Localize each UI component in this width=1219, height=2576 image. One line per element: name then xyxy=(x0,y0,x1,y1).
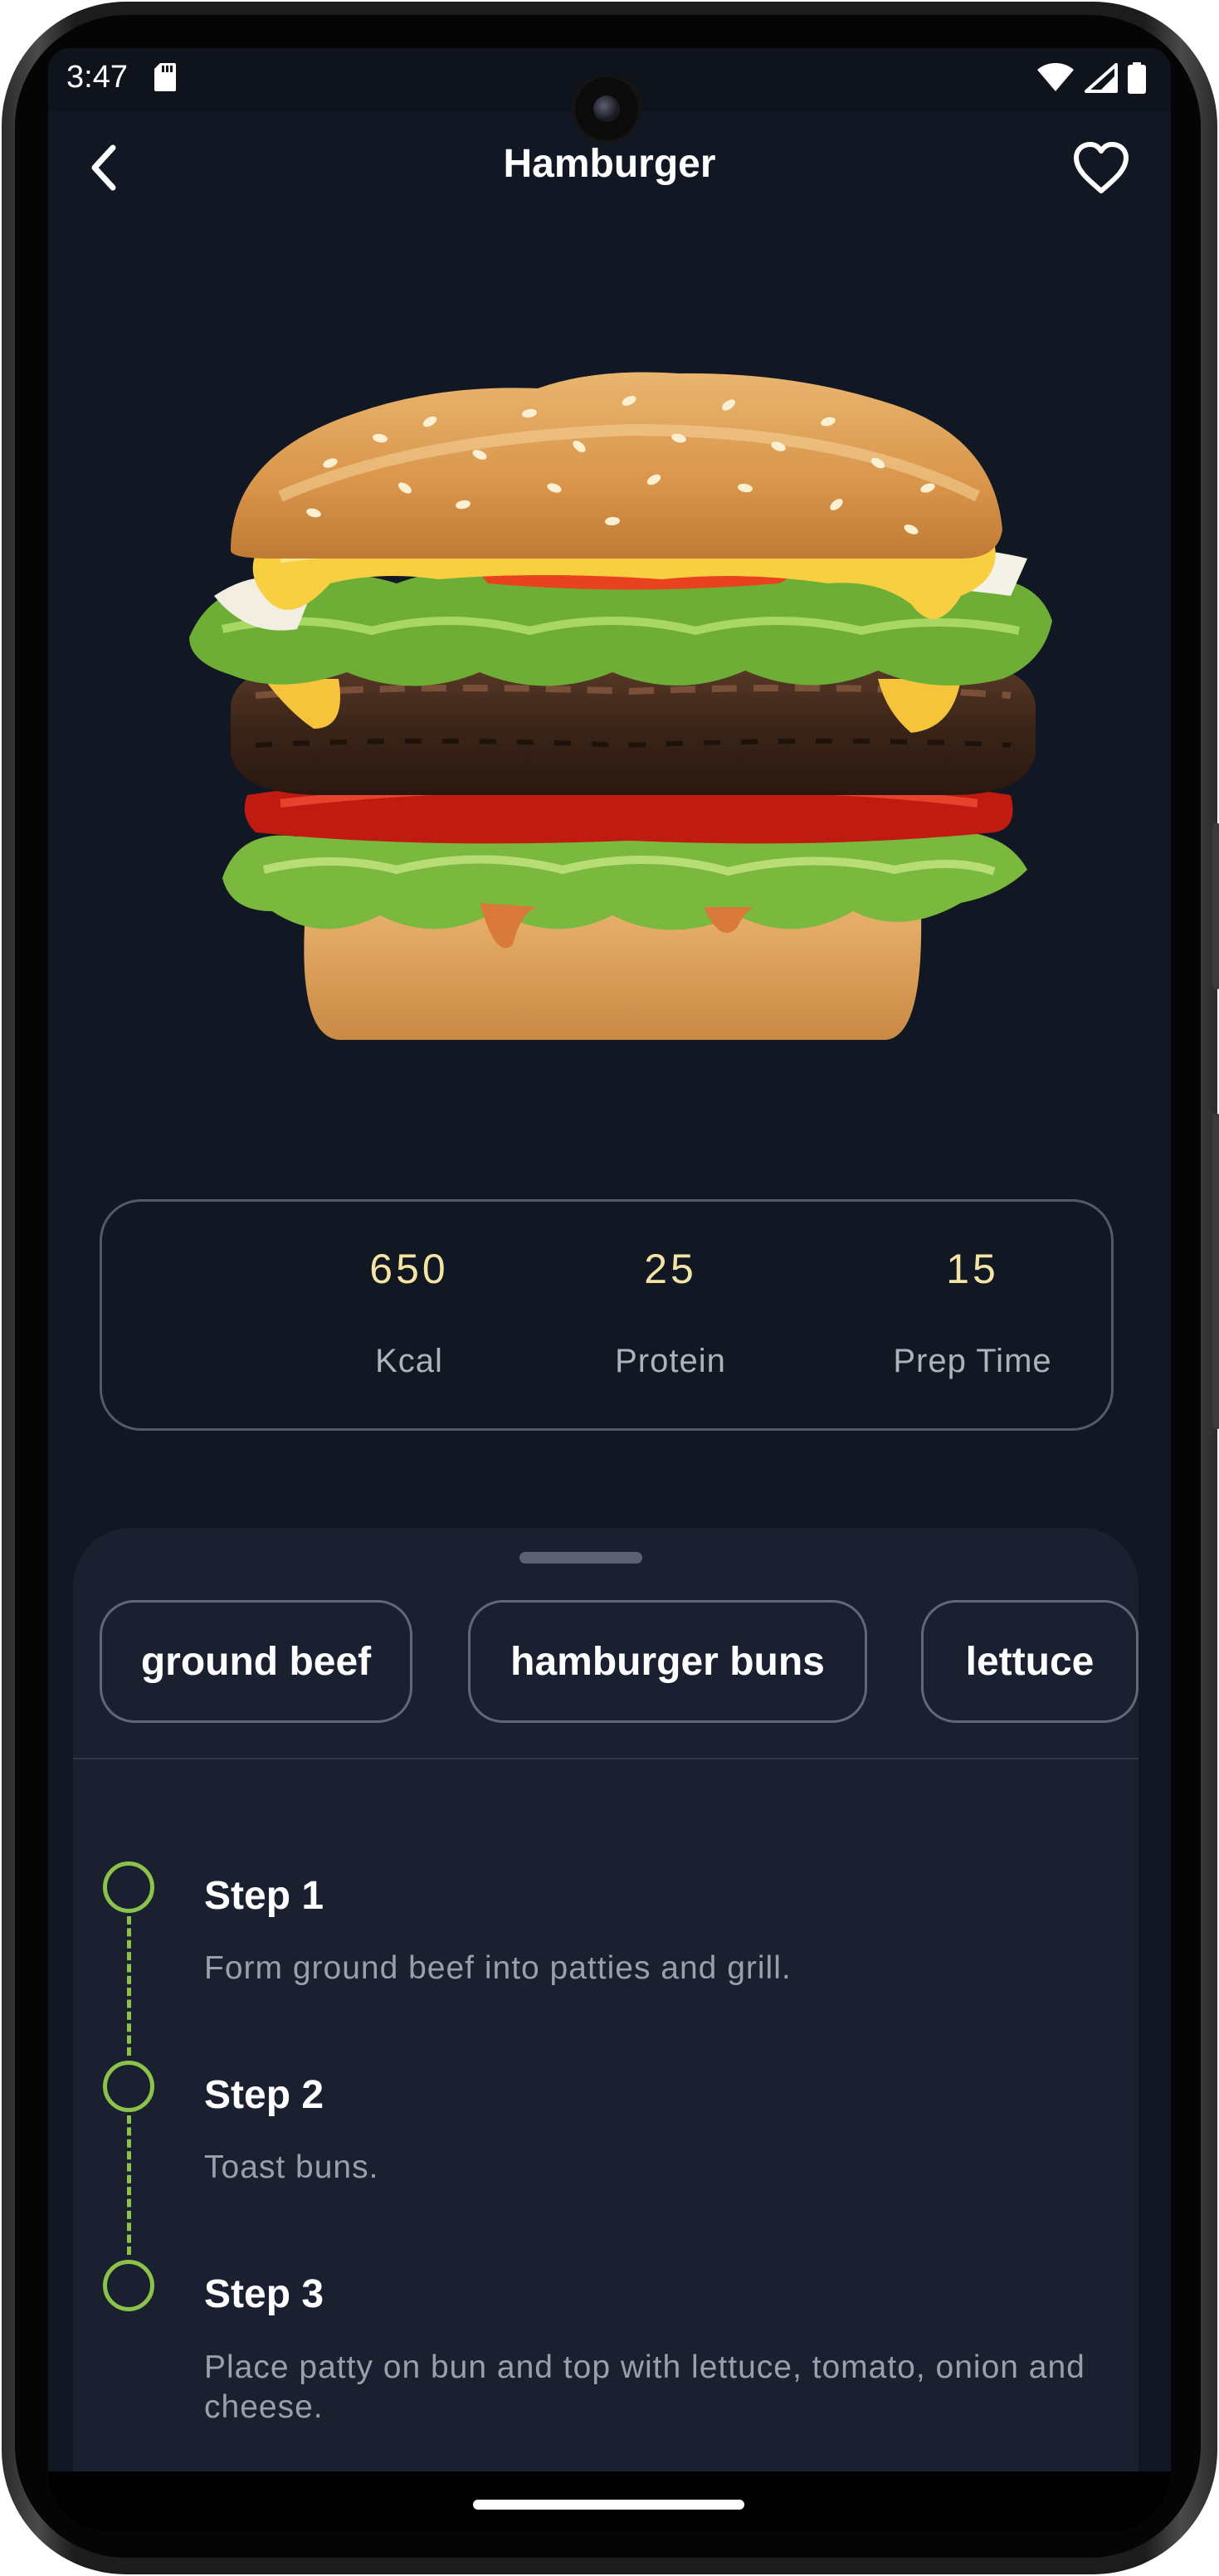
stat-value: 650 xyxy=(369,1246,449,1292)
front-camera xyxy=(575,77,638,140)
status-time: 3:47 xyxy=(66,60,128,95)
stat-value: 25 xyxy=(644,1246,697,1292)
step-description: Form ground beef into patties and grill. xyxy=(204,1950,792,1986)
step-description: Place patty on bun and top with lettuce,… xyxy=(204,2349,1085,2425)
app-screen: 3:47 Hamburger 650 Kcal 25 Protein 15 Pr… xyxy=(48,48,1171,2471)
status-icons xyxy=(1036,61,1146,95)
wifi-icon xyxy=(1037,63,1074,91)
phone-device: 3:47 Hamburger 650 Kcal 25 Protein 15 Pr… xyxy=(0,0,1219,2576)
power-button xyxy=(1212,1114,1219,1429)
heart-outline-icon[interactable] xyxy=(1071,139,1131,196)
stat-label: Protein xyxy=(615,1343,726,1379)
recipe-bottom-sheet: ground beef hamburger buns lettuce Step … xyxy=(73,1528,1139,2471)
step-marker xyxy=(103,1861,154,1913)
step-title: Step 1 xyxy=(204,1874,324,1918)
timeline-connector xyxy=(127,1916,131,2056)
step-marker xyxy=(103,2260,154,2311)
page-title: Hamburger xyxy=(503,142,716,186)
stat-label: Prep Time xyxy=(893,1343,1052,1379)
ingredient-chips: ground beef hamburger buns lettuce xyxy=(73,1600,1139,1726)
stat-value: 15 xyxy=(946,1246,999,1292)
sd-card-icon xyxy=(154,63,176,91)
gesture-navigation-bar[interactable] xyxy=(473,2500,744,2510)
nutrition-stats-card: 650 Kcal 25 Protein 15 Prep Time xyxy=(100,1199,1114,1431)
stat-label: Kcal xyxy=(375,1343,443,1379)
timeline-connector xyxy=(127,2115,131,2255)
ingredient-chip[interactable]: lettuce xyxy=(921,1600,1139,1723)
ingredient-chip[interactable]: hamburger buns xyxy=(468,1600,867,1723)
step-title: Step 3 xyxy=(204,2272,324,2316)
step-marker xyxy=(103,2061,154,2112)
step-description: Toast buns. xyxy=(204,2149,379,2185)
hamburger-image xyxy=(189,372,1052,1040)
step-title: Step 2 xyxy=(204,2073,324,2117)
volume-button xyxy=(1212,823,1219,989)
battery-icon xyxy=(1128,62,1146,94)
sheet-drag-handle[interactable] xyxy=(519,1552,642,1564)
ingredient-chip[interactable]: ground beef xyxy=(100,1600,412,1723)
divider xyxy=(73,1758,1139,1759)
cell-signal-icon xyxy=(1085,63,1118,93)
